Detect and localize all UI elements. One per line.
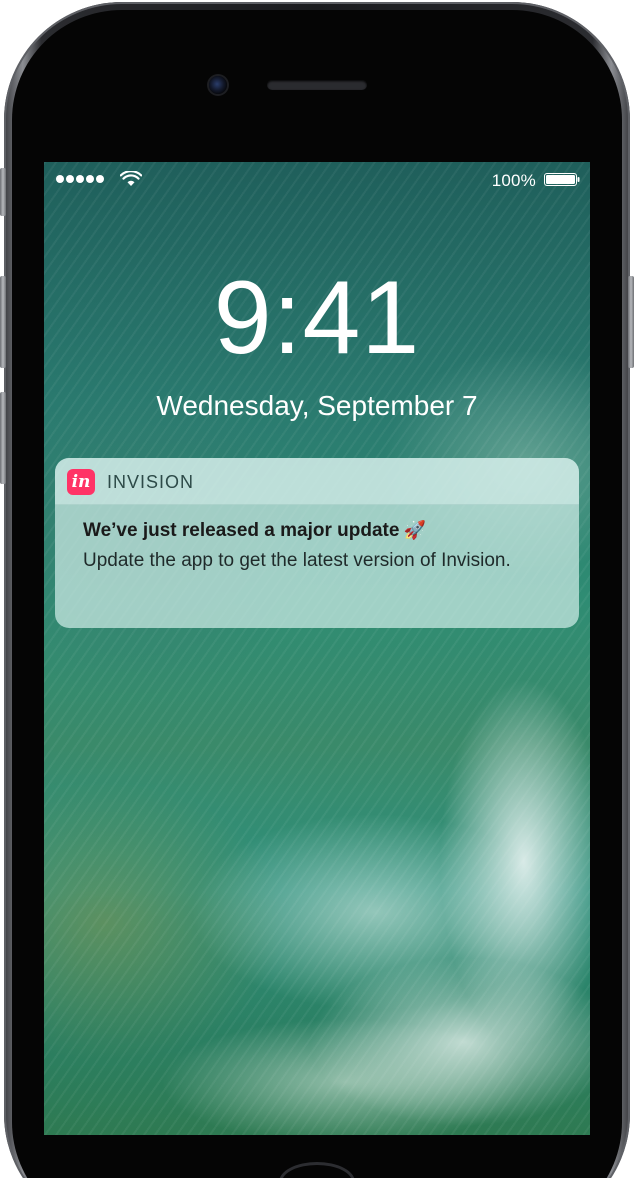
notification-title-text: We’ve just released a major update xyxy=(83,520,400,541)
lock-screen-date: Wednesday, September 7 xyxy=(156,390,478,421)
power-button xyxy=(628,276,634,368)
notification-title: We’ve just released a major update 🚀 xyxy=(83,520,426,542)
battery-icon xyxy=(544,173,580,186)
earpiece-speaker xyxy=(267,80,367,90)
lock-screen: 100% 9:41 Wednesday, September 7 in INVI… xyxy=(44,162,590,1135)
wifi-icon xyxy=(120,171,142,186)
notification-app-name: INVISION xyxy=(107,472,195,492)
front-camera xyxy=(209,76,227,94)
volume-down-button xyxy=(0,392,6,484)
notification-body: Update the app to get the latest version… xyxy=(83,550,511,571)
signal-strength-icon xyxy=(56,175,104,183)
notification-header: in INVISION xyxy=(55,458,579,505)
invision-app-icon: in xyxy=(67,469,95,495)
battery-percentage: 100% xyxy=(491,171,536,190)
rocket-icon: 🚀 xyxy=(403,520,426,540)
status-bar: 100% xyxy=(44,162,590,198)
push-notification[interactable]: in INVISION We’ve just released a major … xyxy=(55,458,579,628)
volume-up-button xyxy=(0,276,6,368)
lock-screen-time: 9:41 xyxy=(213,260,421,376)
mute-switch xyxy=(0,168,6,216)
